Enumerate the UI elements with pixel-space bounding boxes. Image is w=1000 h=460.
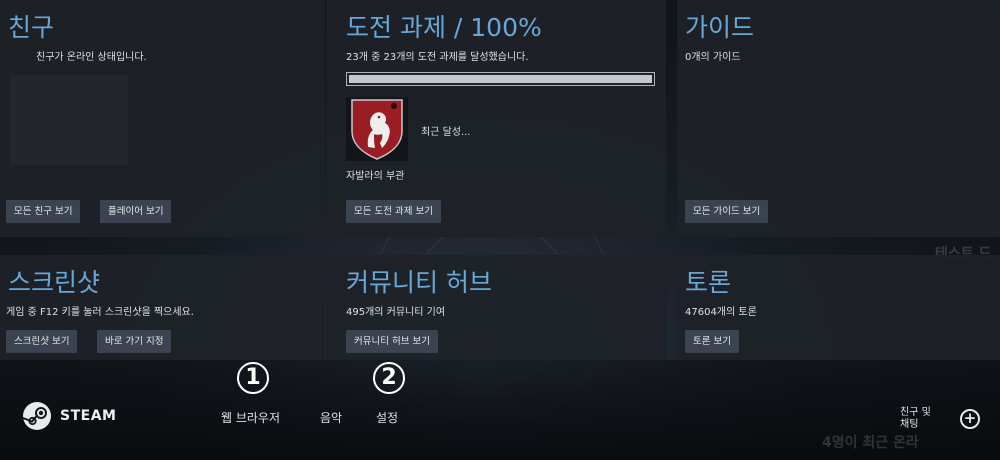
achievements-progress-fill <box>349 75 652 83</box>
achievements-count-text: 23개 중 23개의 도전 과제를 달성했습니다. <box>346 52 529 63</box>
friends-chat-label-line2: 채팅 <box>900 419 919 430</box>
achievements-title: 도전 과제 / 100% <box>346 13 542 42</box>
discussions-panel: 토론 47604개의 토론 토론 보기 <box>677 255 1000 360</box>
web-browser-menu-item[interactable]: 웹 브라우저 <box>221 409 280 426</box>
discussions-title: 토론 <box>685 268 732 297</box>
view-all-achievements-button[interactable]: 모든 도전 과제 보기 <box>346 200 441 223</box>
steam-wordmark: STEAM <box>60 408 117 424</box>
guides-title: 가이드 <box>685 13 755 42</box>
achievement-badge[interactable] <box>346 97 408 161</box>
marker-2: 2 <box>373 362 405 394</box>
friends-list-area <box>10 75 128 165</box>
lion-shield-icon <box>351 99 403 160</box>
view-all-friends-button[interactable]: 모든 친구 보기 <box>6 200 81 223</box>
community-hub-panel: 커뮤니티 허브 495개의 커뮤니티 기여 커뮤니티 허브 보기 <box>326 255 666 360</box>
friends-chat-label-line1: 친구 및 <box>900 407 931 418</box>
community-contributions-text: 495개의 커뮤니티 기여 <box>346 307 446 318</box>
friends-panel: 친구 친구가 온라인 상태입니다. 모든 친구 보기 플레이어 보기 <box>0 0 325 237</box>
guides-panel: 가이드 0개의 가이드 모든 가이드 보기 <box>677 0 1000 237</box>
screenshots-hint-text: 게임 중 F12 키를 눌러 스크린샷을 찍으세요. <box>6 307 194 318</box>
friends-title: 친구 <box>8 13 55 42</box>
friends-status-text: 친구가 온라인 상태입니다. <box>36 52 147 63</box>
screenshots-panel: 스크린샷 게임 중 F12 키를 눌러 스크린샷을 찍으세요. 스크린샷 보기 … <box>0 255 325 360</box>
achievement-name: 자발라의 부관 <box>346 171 405 182</box>
set-shortcut-button[interactable]: 바로 가기 지정 <box>97 330 172 353</box>
achievements-panel: 도전 과제 / 100% 23개 중 23개의 도전 과제를 달성했습니다. 최… <box>326 0 666 237</box>
marker-1: 1 <box>237 362 269 394</box>
achievements-progress-bar <box>346 72 655 86</box>
friends-chat-button[interactable]: 친구 및 채팅 <box>900 407 931 431</box>
view-discussions-button[interactable]: 토론 보기 <box>685 330 739 353</box>
steam-logo[interactable]: STEAM <box>22 401 116 431</box>
screenshots-title: 스크린샷 <box>8 268 101 297</box>
background-text-bottom: 4명이 최근 온라 <box>822 435 919 451</box>
view-screenshots-button[interactable]: 스크린샷 보기 <box>6 330 78 353</box>
guides-count-text: 0개의 가이드 <box>685 52 741 63</box>
community-hub-title: 커뮤니티 허브 <box>346 268 492 297</box>
add-friend-icon[interactable]: + <box>960 409 980 429</box>
settings-menu-item[interactable]: 설정 <box>376 409 398 426</box>
recent-achievement-label: 최근 달성... <box>421 127 471 138</box>
discussions-count-text: 47604개의 토론 <box>685 307 757 318</box>
view-players-button[interactable]: 플레이어 보기 <box>100 200 172 223</box>
steam-icon <box>22 402 51 430</box>
view-community-hub-button[interactable]: 커뮤니티 허브 보기 <box>346 330 438 353</box>
view-all-guides-button[interactable]: 모든 가이드 보기 <box>685 200 769 223</box>
music-menu-item[interactable]: 음악 <box>320 409 342 426</box>
